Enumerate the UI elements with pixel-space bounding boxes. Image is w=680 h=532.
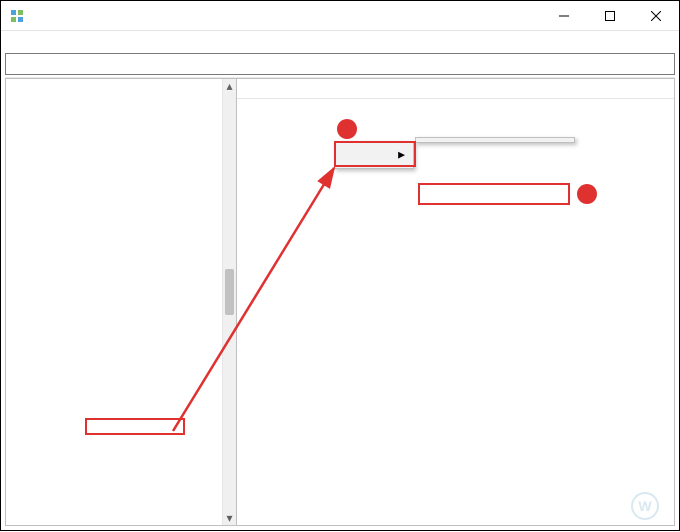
menu-file[interactable] — [5, 39, 21, 43]
context-new-item[interactable]: ▶ — [337, 144, 411, 166]
regedit-icon — [9, 8, 25, 24]
submenu-arrow-icon: ▶ — [398, 150, 405, 161]
context-menu-root: ▶ — [334, 141, 414, 169]
titlebar — [1, 1, 679, 31]
menu-help[interactable] — [69, 39, 85, 43]
value-list-pane — [237, 78, 675, 526]
window-controls — [541, 1, 679, 30]
tree-pane: ▴ ▾ — [5, 78, 237, 526]
scroll-down-icon[interactable]: ▾ — [223, 511, 236, 525]
minimize-button[interactable] — [541, 1, 587, 30]
registry-tree[interactable] — [8, 81, 222, 523]
maximize-button[interactable] — [587, 1, 633, 30]
close-button[interactable] — [633, 1, 679, 30]
menu-favorites[interactable] — [53, 39, 69, 43]
address-bar[interactable] — [5, 53, 675, 75]
scroll-up-icon[interactable]: ▴ — [223, 79, 236, 93]
menu-view[interactable] — [37, 39, 53, 43]
menu-bar — [1, 31, 679, 51]
list-header — [237, 79, 674, 99]
menu-edit[interactable] — [21, 39, 37, 43]
tree-vertical-scrollbar[interactable]: ▴ ▾ — [222, 79, 236, 525]
scrollbar-thumb[interactable] — [225, 269, 234, 315]
context-submenu-new — [415, 137, 575, 143]
